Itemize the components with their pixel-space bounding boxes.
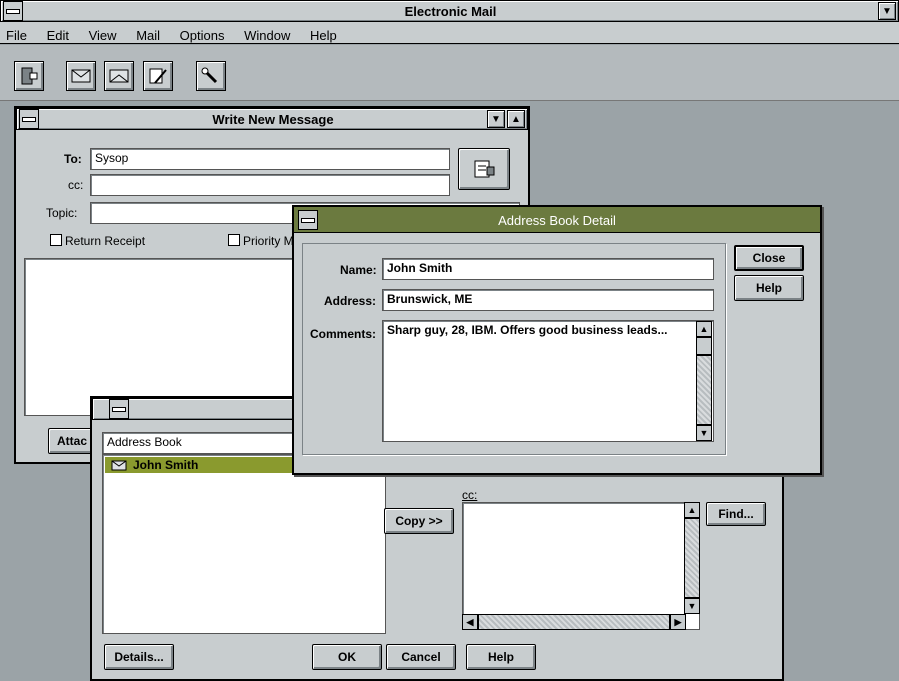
cc-vertical-scrollbar[interactable]: ▲ ▼ (684, 502, 700, 614)
cc-scroll-down-button[interactable]: ▼ (684, 598, 700, 614)
main-titlebar[interactable]: Electronic Mail ▼ (0, 0, 899, 22)
cc-horizontal-scrollbar[interactable]: ◀ ▶ (462, 614, 686, 630)
address-pen-icon[interactable] (196, 61, 226, 91)
menu-edit[interactable]: Edit (47, 28, 69, 43)
menu-bar: File Edit View Mail Options Window Help (0, 22, 899, 44)
address-book-button[interactable] (458, 148, 510, 190)
mail-out-icon[interactable] (104, 61, 134, 91)
menu-file[interactable]: File (6, 28, 27, 43)
details-button[interactable]: Details... (104, 644, 174, 670)
comments-scroll-down-button[interactable]: ▼ (696, 425, 712, 441)
name-label: Name: (340, 263, 377, 277)
cancel-button[interactable]: Cancel (386, 644, 456, 670)
to-field[interactable]: Sysop (90, 148, 450, 170)
priority-label: Priority M (243, 234, 294, 248)
to-label: To: (64, 152, 82, 166)
comments-label: Comments: (310, 327, 377, 341)
find-button[interactable]: Find... (706, 502, 766, 526)
priority-checkbox[interactable]: Priority M (228, 234, 294, 248)
detail-title: Address Book Detail (498, 213, 616, 228)
return-receipt-label: Return Receipt (65, 234, 146, 248)
comments-scroll-track[interactable] (696, 355, 712, 425)
contact-icon (111, 460, 127, 471)
cc-scroll-track[interactable] (684, 518, 700, 598)
menu-help[interactable]: Help (310, 28, 337, 43)
address-label: Address: (324, 294, 377, 308)
address-book-icon (474, 160, 495, 178)
name-field[interactable]: John Smith (382, 258, 714, 280)
compose-title: Write New Message (212, 112, 334, 127)
comments-scroll-up-button[interactable]: ▲ (696, 321, 712, 337)
cc-scroll-htrack[interactable] (478, 614, 670, 630)
compose-icon[interactable] (143, 61, 173, 91)
main-window-title: Electronic Mail (404, 4, 497, 19)
compose-titlebar[interactable]: Write New Message ▼ ▲ (16, 108, 528, 130)
cc-field[interactable] (90, 174, 450, 196)
topic-label: Topic: (46, 206, 78, 220)
ab-cc-list[interactable] (462, 502, 700, 630)
cc-scroll-right-button[interactable]: ▶ (670, 614, 686, 630)
menu-mail[interactable]: Mail (136, 28, 160, 43)
cc-scroll-left-button[interactable]: ◀ (462, 614, 478, 630)
comments-scrollbar[interactable]: ▲ ▼ (696, 321, 713, 441)
exit-icon[interactable] (14, 61, 44, 91)
close-button[interactable]: Close (734, 245, 804, 271)
address-field[interactable]: Brunswick, ME (382, 289, 714, 311)
copy-button[interactable]: Copy >> (384, 508, 454, 534)
compose-maximize-button[interactable]: ▲ (507, 110, 525, 128)
mail-in-icon[interactable] (66, 61, 96, 91)
list-item-label: John Smith (133, 458, 199, 472)
menu-options[interactable]: Options (180, 28, 225, 43)
ab-help-button[interactable]: Help (466, 644, 536, 670)
ab-cc-label: cc: (462, 488, 478, 502)
comments-field[interactable]: Sharp guy, 28, IBM. Offers good business… (382, 320, 714, 442)
menu-window[interactable]: Window (244, 28, 290, 43)
return-receipt-checkbox[interactable]: Return Receipt (50, 234, 145, 248)
comments-scroll-thumb[interactable] (696, 337, 712, 355)
comments-text: Sharp guy, 28, IBM. Offers good business… (387, 323, 668, 337)
compose-minimize-button[interactable]: ▼ (487, 110, 505, 128)
main-minimize-button[interactable]: ▼ (878, 2, 896, 20)
ok-button[interactable]: OK (312, 644, 382, 670)
addressbook-system-menu-icon[interactable] (109, 399, 129, 419)
addressbook-list[interactable]: John Smith (102, 454, 386, 634)
menu-view[interactable]: View (89, 28, 117, 43)
cc-label: cc: (68, 178, 84, 192)
detail-help-button[interactable]: Help (734, 275, 804, 301)
toolbar (0, 45, 899, 101)
detail-window: Address Book Detail Name: John Smith Add… (292, 205, 822, 475)
cc-scroll-up-button[interactable]: ▲ (684, 502, 700, 518)
detail-titlebar[interactable]: Address Book Detail (294, 207, 820, 233)
